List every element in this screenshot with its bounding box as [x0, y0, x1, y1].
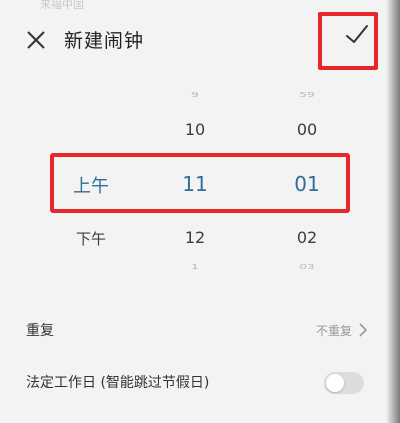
holiday-toggle[interactable]: [324, 372, 364, 394]
hour-next[interactable]: 12: [170, 228, 220, 247]
repeat-label: 重复: [26, 323, 54, 339]
minute-prev[interactable]: 00: [282, 120, 332, 139]
ampm-next[interactable]: 下午: [66, 228, 116, 249]
holiday-setting-row: 法定工作日 (智能跳过节假日): [0, 364, 400, 400]
repeat-value: 不重复: [315, 324, 352, 338]
top-bar: 来福中国 新建闹钟: [0, 0, 400, 80]
selected-time-highlight-box: [50, 153, 350, 213]
holiday-label: 法定工作日 (智能跳过节假日): [26, 375, 210, 391]
screen-edge-shadow: [386, 0, 400, 423]
confirm-highlight-box: [318, 12, 378, 70]
chevron-right-icon: [359, 323, 368, 337]
minute-prev-2[interactable]: 59: [282, 91, 332, 99]
hour-prev[interactable]: 10: [170, 120, 220, 139]
hour-next-2[interactable]: 1: [170, 263, 220, 271]
minute-next-2[interactable]: 03: [282, 263, 332, 271]
close-button[interactable]: [22, 26, 50, 54]
repeat-setting-row[interactable]: 重复 不重复: [0, 312, 400, 348]
close-icon: [27, 31, 45, 49]
hour-prev-2[interactable]: 9: [170, 91, 220, 99]
new-alarm-screen: 来福中国 新建闹钟 上午 下午 9 10 11 12 1 59 00 01 02…: [0, 0, 400, 423]
toggle-knob: [326, 374, 344, 392]
minute-next[interactable]: 02: [282, 228, 332, 247]
status-hint: 来福中国: [40, 0, 84, 11]
page-title: 新建闹钟: [64, 30, 145, 52]
